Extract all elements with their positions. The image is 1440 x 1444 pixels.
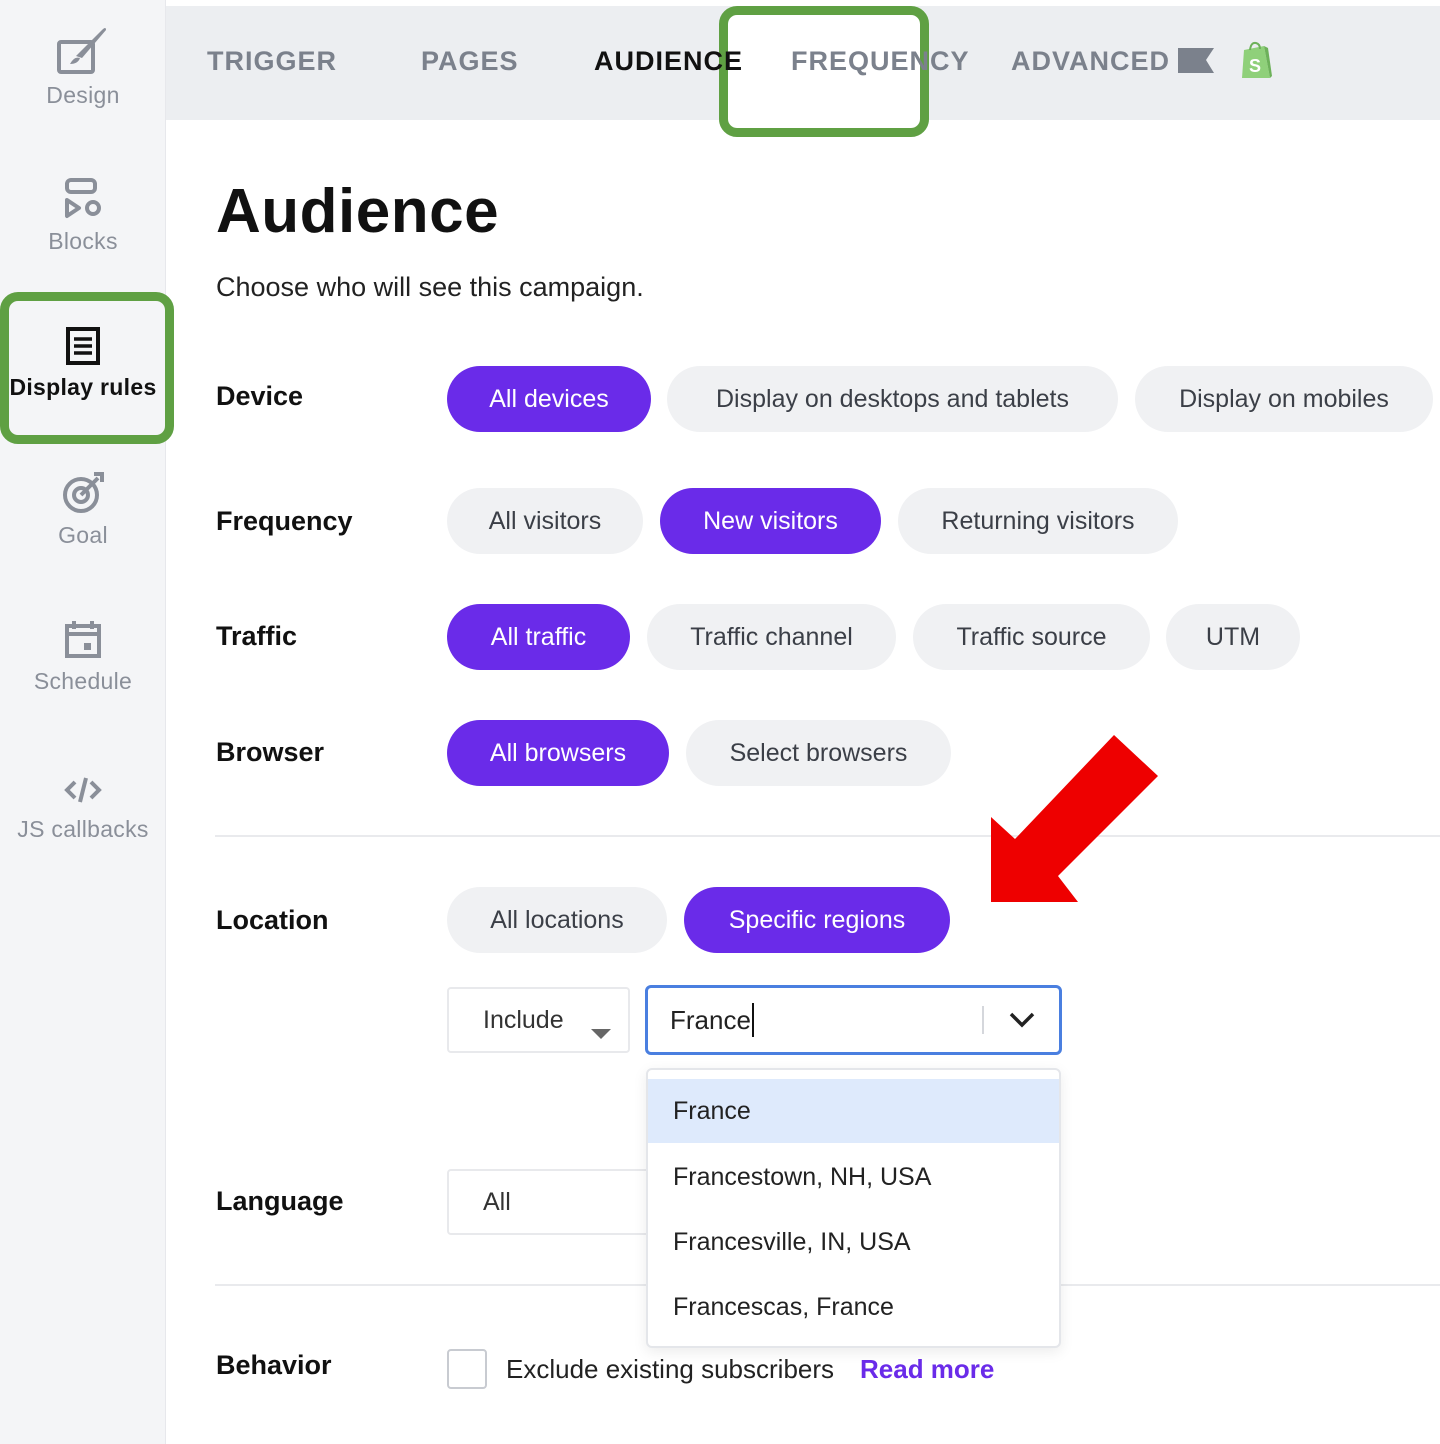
browser-all-browsers[interactable]: All browsers [447,720,669,786]
sidebar-item-label: Schedule [33,668,133,694]
sidebar: Design Blocks Display rules Goal Schedul… [0,0,174,1444]
traffic-channel[interactable]: Traffic channel [647,604,896,670]
sidebar-item-label: Design [46,82,120,108]
browser-select-browsers[interactable]: Select browsers [686,720,951,786]
suggestion-item[interactable]: France [648,1079,1059,1143]
input-separator [982,1006,984,1034]
design-icon [56,28,110,76]
section-divider [215,835,1440,837]
frequency-label: Frequency [216,506,353,536]
chevron-down-icon[interactable] [1009,1012,1035,1033]
frequency-all-visitors[interactable]: All visitors [447,488,643,554]
device-desktops-tablets[interactable]: Display on desktops and tablets [667,366,1118,432]
location-label: Location [216,905,329,935]
device-mobiles[interactable]: Display on mobiles [1135,366,1433,432]
tab-pages[interactable]: PAGES [421,46,519,77]
schedule-icon [62,616,104,662]
flag-icon [1176,46,1216,81]
sidebar-item-label: Blocks [48,228,118,254]
page-subtitle: Choose who will see this campaign. [216,272,644,302]
svg-text:S: S [1249,56,1261,76]
sidebar-item-label: Display rules [9,374,157,400]
read-more-link[interactable]: Read more [860,1354,994,1385]
sidebar-item-label: Goal [58,522,108,548]
traffic-source[interactable]: Traffic source [913,604,1150,670]
sidebar-item-js-callbacks[interactable]: JS callbacks [0,764,166,843]
sidebar-item-label: JS callbacks [17,816,149,842]
code-icon [63,764,103,810]
region-suggestions-dropdown: France Francestown, NH, USA Francesville… [646,1068,1061,1348]
sidebar-item-display-rules[interactable]: Display rules [0,322,166,401]
sidebar-item-goal[interactable]: Goal [0,470,166,549]
goal-icon [60,470,106,516]
page-title: Audience [216,177,500,246]
exclude-subscribers-checkbox[interactable] [447,1349,487,1389]
frequency-new-visitors[interactable]: New visitors [660,488,881,554]
location-all-locations[interactable]: All locations [447,887,667,953]
tab-frequency[interactable]: FREQUENCY [791,46,970,77]
language-select-value: All [483,1187,511,1216]
display-rules-icon [63,322,103,368]
frequency-returning-visitors[interactable]: Returning visitors [898,488,1178,554]
sidebar-item-schedule[interactable]: Schedule [0,616,166,695]
suggestion-item[interactable]: Francestown, NH, USA [648,1145,1059,1209]
region-search-input[interactable]: France [645,985,1062,1055]
traffic-all-traffic[interactable]: All traffic [447,604,630,670]
tab-advanced[interactable]: ADVANCED [1011,46,1170,77]
traffic-label: Traffic [216,621,298,651]
suggestion-item[interactable]: Francesville, IN, USA [648,1210,1059,1274]
shopify-icon: S [1238,40,1274,87]
caret-down-icon [590,1018,612,1047]
region-search-value: France [670,1003,754,1037]
language-label: Language [216,1186,344,1216]
suggestion-item[interactable]: Francescas, France [648,1275,1059,1339]
tab-trigger[interactable]: TRIGGER [207,46,337,77]
browser-label: Browser [216,737,325,767]
include-select[interactable]: Include [447,987,630,1053]
blocks-icon [61,176,105,222]
sidebar-item-design[interactable]: Design [0,28,166,109]
device-label: Device [216,381,304,411]
sidebar-item-blocks[interactable]: Blocks [0,176,166,255]
location-specific-regions[interactable]: Specific regions [684,887,950,953]
behavior-label: Behavior [216,1350,332,1380]
device-all-devices[interactable]: All devices [447,366,651,432]
red-arrow-annotation [991,735,1158,902]
include-select-value: Include [483,1005,564,1034]
tab-bar: TRIGGER PAGES AUDIENCE FREQUENCY ADVANCE… [166,6,1440,137]
exclude-subscribers-label: Exclude existing subscribers [506,1354,835,1384]
traffic-utm[interactable]: UTM [1166,604,1300,670]
tab-audience[interactable]: AUDIENCE [594,46,743,77]
